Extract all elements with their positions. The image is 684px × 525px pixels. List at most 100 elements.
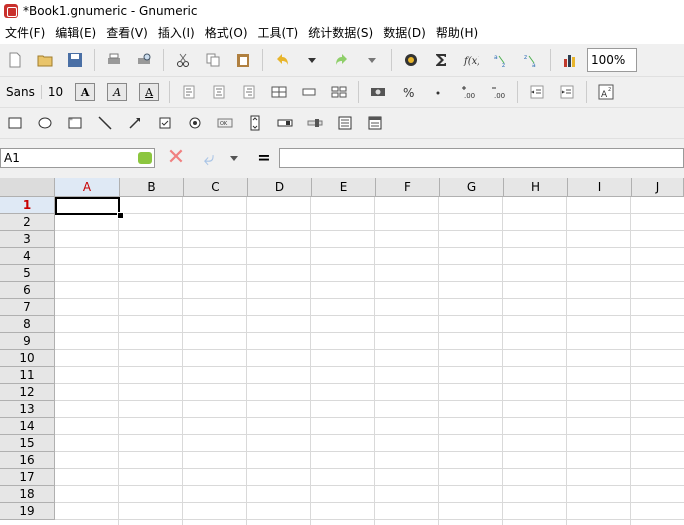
column-header-b[interactable]: B xyxy=(120,178,184,197)
redo-history-dropdown[interactable] xyxy=(359,48,385,72)
column-header-d[interactable]: D xyxy=(248,178,312,197)
menu-view[interactable]: 查看(V) xyxy=(101,22,153,44)
increase-decimals-button[interactable]: .00 xyxy=(455,80,481,104)
draw-arrow-button[interactable] xyxy=(122,111,148,135)
merge-cells-button[interactable] xyxy=(266,80,292,104)
save-button[interactable] xyxy=(62,48,88,72)
font-name-selector[interactable]: Sans xyxy=(0,85,41,99)
row-header-14[interactable]: 14 xyxy=(0,418,55,435)
menu-edit[interactable]: 编辑(E) xyxy=(50,22,101,44)
currency-format-button[interactable] xyxy=(365,80,391,104)
menu-help[interactable]: 帮助(H) xyxy=(431,22,483,44)
bold-button[interactable]: A xyxy=(75,83,96,101)
slider-widget-button[interactable] xyxy=(302,111,328,135)
zoom-field[interactable]: 100% xyxy=(587,48,637,72)
go-arrow-icon[interactable] xyxy=(138,152,152,164)
insert-chart-button[interactable] xyxy=(557,48,583,72)
cell-area[interactable] xyxy=(55,197,684,525)
row-header-1[interactable]: 1 xyxy=(0,197,55,214)
redo-button[interactable] xyxy=(329,48,355,72)
list-widget-button[interactable] xyxy=(332,111,358,135)
menu-file[interactable]: 文件(F) xyxy=(0,22,50,44)
row-header-5[interactable]: 5 xyxy=(0,265,55,282)
row-header-7[interactable]: 7 xyxy=(0,299,55,316)
new-button[interactable] xyxy=(2,48,28,72)
frame-button[interactable]: " xyxy=(62,111,88,135)
row-header-12[interactable]: 12 xyxy=(0,384,55,401)
column-header-j[interactable]: J xyxy=(632,178,684,197)
fill-handle[interactable] xyxy=(117,212,124,219)
radio-widget-button[interactable] xyxy=(182,111,208,135)
function-wizard-button[interactable]: f(x) xyxy=(458,48,484,72)
row-header-2[interactable]: 2 xyxy=(0,214,55,231)
font-size-selector[interactable]: 10 xyxy=(40,85,69,99)
column-header-h[interactable]: H xyxy=(504,178,568,197)
name-box[interactable]: A1 xyxy=(0,148,155,168)
align-center-button[interactable] xyxy=(206,80,232,104)
draw-rectangle-button[interactable] xyxy=(2,111,28,135)
sort-ascending-button[interactable]: az xyxy=(488,48,514,72)
cancel-edit-button[interactable]: ✕ xyxy=(165,147,187,169)
button-widget-button[interactable]: OK xyxy=(212,111,238,135)
column-header-a[interactable]: A xyxy=(55,178,120,197)
row-header-15[interactable]: 15 xyxy=(0,435,55,452)
center-across-button[interactable] xyxy=(296,80,322,104)
undo-button[interactable] xyxy=(269,48,295,72)
row-header-6[interactable]: 6 xyxy=(0,282,55,299)
scrollbar-widget-button[interactable] xyxy=(272,111,298,135)
cut-button[interactable] xyxy=(170,48,196,72)
menu-statistics[interactable]: 统计数据(S) xyxy=(303,22,378,44)
row-header-13[interactable]: 13 xyxy=(0,401,55,418)
row-header-9[interactable]: 9 xyxy=(0,333,55,350)
row-header-18[interactable]: 18 xyxy=(0,486,55,503)
svg-text:f(x): f(x) xyxy=(463,56,479,67)
paste-button[interactable] xyxy=(230,48,256,72)
menu-format[interactable]: 格式(O) xyxy=(200,22,253,44)
thousands-separator-button[interactable] xyxy=(425,80,451,104)
combo-widget-button[interactable] xyxy=(362,111,388,135)
row-header-3[interactable]: 3 xyxy=(0,231,55,248)
edit-dropdown[interactable] xyxy=(227,147,241,169)
row-header-19[interactable]: 19 xyxy=(0,503,55,520)
draw-line-button[interactable] xyxy=(92,111,118,135)
undo-history-dropdown[interactable] xyxy=(299,48,325,72)
decrease-decimals-button[interactable]: .00 xyxy=(485,80,511,104)
column-header-f[interactable]: F xyxy=(376,178,440,197)
menu-insert[interactable]: 插入(I) xyxy=(153,22,200,44)
select-all-corner[interactable] xyxy=(0,178,55,197)
column-header-i[interactable]: I xyxy=(568,178,632,197)
decrease-indent-button[interactable] xyxy=(524,80,550,104)
underline-button[interactable]: A xyxy=(139,83,160,101)
row-header-8[interactable]: 8 xyxy=(0,316,55,333)
menu-data[interactable]: 数据(D) xyxy=(378,22,431,44)
column-header-g[interactable]: G xyxy=(440,178,504,197)
italic-button[interactable]: A xyxy=(107,83,128,101)
percent-format-button[interactable]: % xyxy=(395,80,421,104)
row-header-4[interactable]: 4 xyxy=(0,248,55,265)
formula-input[interactable] xyxy=(279,148,684,168)
active-cell-cursor[interactable] xyxy=(55,197,120,215)
row-header-16[interactable]: 16 xyxy=(0,452,55,469)
row-header-11[interactable]: 11 xyxy=(0,367,55,384)
copy-button[interactable] xyxy=(200,48,226,72)
align-left-button[interactable] xyxy=(176,80,202,104)
split-cells-button[interactable] xyxy=(326,80,352,104)
accept-edit-button[interactable]: ⤶ xyxy=(195,147,223,169)
column-header-c[interactable]: C xyxy=(184,178,248,197)
draw-ellipse-button[interactable] xyxy=(32,111,58,135)
print-button[interactable] xyxy=(101,48,127,72)
open-button[interactable] xyxy=(32,48,58,72)
row-header-17[interactable]: 17 xyxy=(0,469,55,486)
spinbutton-widget-button[interactable] xyxy=(242,111,268,135)
align-right-button[interactable] xyxy=(236,80,262,104)
hyperlink-button[interactable] xyxy=(398,48,424,72)
print-preview-button[interactable] xyxy=(131,48,157,72)
checkbox-widget-button[interactable] xyxy=(152,111,178,135)
increase-indent-button[interactable] xyxy=(554,80,580,104)
sort-descending-button[interactable]: za xyxy=(518,48,544,72)
menu-tools[interactable]: 工具(T) xyxy=(253,22,304,44)
row-header-10[interactable]: 10 xyxy=(0,350,55,367)
superscript-button[interactable]: A2 xyxy=(593,80,619,104)
column-header-e[interactable]: E xyxy=(312,178,376,197)
sum-button[interactable] xyxy=(428,48,454,72)
